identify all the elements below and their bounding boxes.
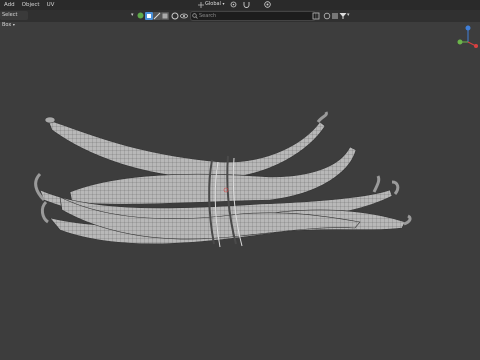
edge-select-icon[interactable]: [153, 12, 161, 20]
grid-icon[interactable]: [331, 12, 339, 20]
chevron-down-icon[interactable]: ▾: [131, 12, 134, 18]
menu-uv[interactable]: UV: [47, 0, 55, 10]
bean-stem-3: [372, 175, 381, 193]
sync-icon[interactable]: [323, 12, 331, 20]
menu-object[interactable]: Object: [22, 0, 40, 10]
viewport-header-toolbar: Select Box ▾ ▾ Search Global ▾ ▾: [0, 1, 480, 28]
pivot-point-icon[interactable]: [230, 1, 237, 8]
gizmo-y-axis-icon[interactable]: [457, 39, 463, 45]
3d-viewport[interactable]: [0, 22, 480, 360]
bean-stem-2: [316, 111, 328, 123]
search-icon: [192, 13, 198, 19]
navigation-gizmo[interactable]: [456, 22, 480, 52]
top-menu-bar: Add Object UV: [0, 0, 480, 10]
select-box-dropdown[interactable]: Select Box ▾: [0, 11, 28, 28]
chevron-down-icon[interactable]: ▾: [347, 12, 350, 18]
bean-stem-6: [40, 200, 49, 224]
vertex-select-icon[interactable]: [145, 12, 153, 20]
eye-icon[interactable]: [180, 12, 188, 20]
overlay-icon[interactable]: [171, 12, 179, 20]
bean-tip-1: [44, 116, 56, 124]
transform-orientation-icon: [198, 2, 204, 8]
snap-magnet-icon[interactable]: [243, 1, 250, 8]
view-options-icon[interactable]: [312, 12, 320, 20]
green-beans-bundle-mesh[interactable]: [34, 111, 412, 248]
chevron-down-icon: ▾: [222, 1, 225, 6]
proportional-edit-icon[interactable]: [264, 1, 271, 8]
bean-stem-5: [403, 214, 412, 226]
bean-stem-4: [391, 180, 400, 195]
search-input[interactable]: Search: [190, 11, 316, 21]
face-select-icon[interactable]: [161, 12, 169, 20]
transform-orientation-dropdown[interactable]: Global ▾: [205, 1, 225, 7]
cursor-arrow-icon[interactable]: [137, 12, 144, 19]
menu-add[interactable]: Add: [4, 0, 15, 10]
transform-orientation-label: Global: [205, 1, 221, 7]
gizmo-x-axis-icon[interactable]: [474, 44, 478, 48]
gizmo-z-axis-icon[interactable]: [465, 25, 471, 31]
filter-funnel-icon[interactable]: [339, 12, 347, 20]
bean-mesh-1: [47, 119, 326, 180]
search-placeholder: Search: [199, 13, 217, 19]
